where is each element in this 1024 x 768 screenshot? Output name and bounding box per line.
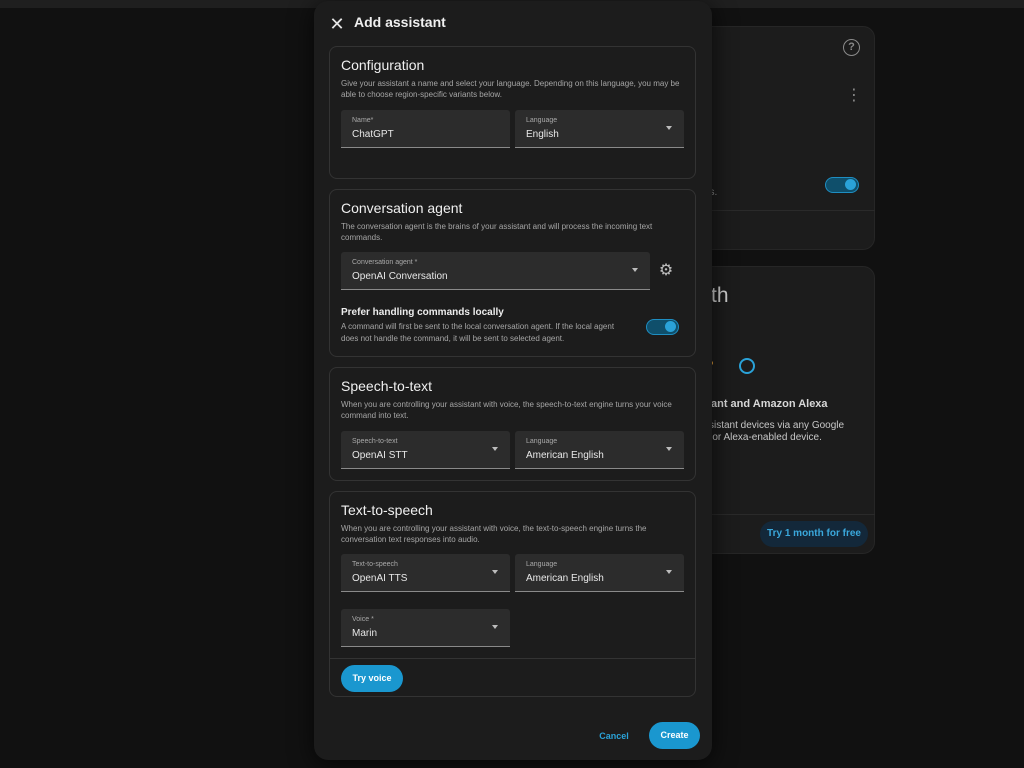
gear-icon[interactable]: ⚙ [657,262,675,280]
stt-language-value: American English [526,450,604,461]
stt-language-label: Language [526,438,558,445]
overflow-menu-icon: ⋮ [846,87,862,104]
background-card-body-line1: ssistant devices via any Google [704,420,845,431]
chevron-down-icon [492,625,498,629]
name-field[interactable]: Name* ChatGPT [341,110,510,148]
name-label: Name* [352,117,374,124]
background-card-heading: th [711,284,729,307]
try-free-button: Try 1 month for free [760,521,868,547]
chevron-down-icon [666,570,672,574]
tts-engine-select[interactable]: Text-to-speech OpenAI TTS [341,554,510,592]
conversation-agent-title: Conversation agent [341,200,463,216]
language-value: English [526,129,559,140]
chevron-down-icon [632,268,638,272]
speech-to-text-section: Speech-to-text When you are controlling … [329,367,696,481]
try-voice-button[interactable]: Try voice [341,665,403,692]
close-icon[interactable]: ✕ [326,13,348,35]
background-card-cloud [700,266,875,554]
background-card-assistant [700,26,875,250]
name-value: ChatGPT [352,129,394,140]
stt-engine-value: OpenAI STT [352,450,408,461]
conversation-agent-select[interactable]: Conversation agent * OpenAI Conversation [341,252,650,290]
speech-to-text-title: Speech-to-text [341,378,433,394]
stt-language-select[interactable]: Language American English [515,431,684,469]
toggle-knob [665,321,676,332]
voice-value: Marin [352,628,378,639]
dialog-title: Add assistant [354,14,446,30]
tts-language-select[interactable]: Language American English [515,554,684,592]
tts-engine-label: Text-to-speech [352,561,398,568]
language-select[interactable]: Language English [515,110,684,148]
speech-to-text-description: When you are controlling your assistant … [341,400,672,420]
conversation-agent-section: Conversation agent The conversation agen… [329,189,696,357]
chevron-down-icon [492,447,498,451]
conversation-agent-description: The conversation agent is the brains of … [341,222,653,242]
conversation-agent-label: Conversation agent * [352,259,418,266]
chevron-down-icon [666,447,672,451]
tts-language-value: American English [526,573,604,584]
dialog-header: ✕ Add assistant [314,1,712,45]
configuration-description: Give your assistant a name and select yo… [341,79,680,99]
create-button[interactable]: Create [649,722,700,749]
tts-engine-value: OpenAI TTS [352,573,408,584]
background-card-body-line2: d or Alexa-enabled device. [704,432,822,443]
text-to-speech-title: Text-to-speech [341,502,433,518]
chevron-down-icon [666,126,672,130]
background-card-subheading: ant and Amazon Alexa [711,398,828,410]
background-divider [700,210,875,211]
configuration-section: Configuration Give your assistant a name… [329,46,696,179]
cancel-button[interactable]: Cancel [592,726,636,746]
chevron-down-icon [492,570,498,574]
tts-language-label: Language [526,561,558,568]
voice-label: Voice * [352,616,374,623]
prefer-local-title: Prefer handling commands locally [341,307,504,318]
prefer-local-toggle[interactable] [646,319,679,335]
text-to-speech-description: When you are controlling your assistant … [341,524,647,544]
stt-engine-select[interactable]: Speech-to-text OpenAI STT [341,431,510,469]
voice-select[interactable]: Voice * Marin [341,609,510,647]
text-to-speech-section: Text-to-speech When you are controlling … [329,491,696,697]
add-assistant-dialog: ✕ Add assistant Configuration Give your … [314,1,712,760]
section-divider [330,658,695,659]
conversation-agent-value: OpenAI Conversation [352,271,448,282]
alexa-icon [739,358,755,374]
language-label: Language [526,117,558,124]
help-icon: ? [843,39,860,56]
stt-engine-label: Speech-to-text [352,438,398,445]
prefer-local-description: A command will first be sent to the loca… [341,322,615,343]
background-divider [700,514,875,515]
configuration-title: Configuration [341,57,425,73]
background-toggle [825,177,859,193]
